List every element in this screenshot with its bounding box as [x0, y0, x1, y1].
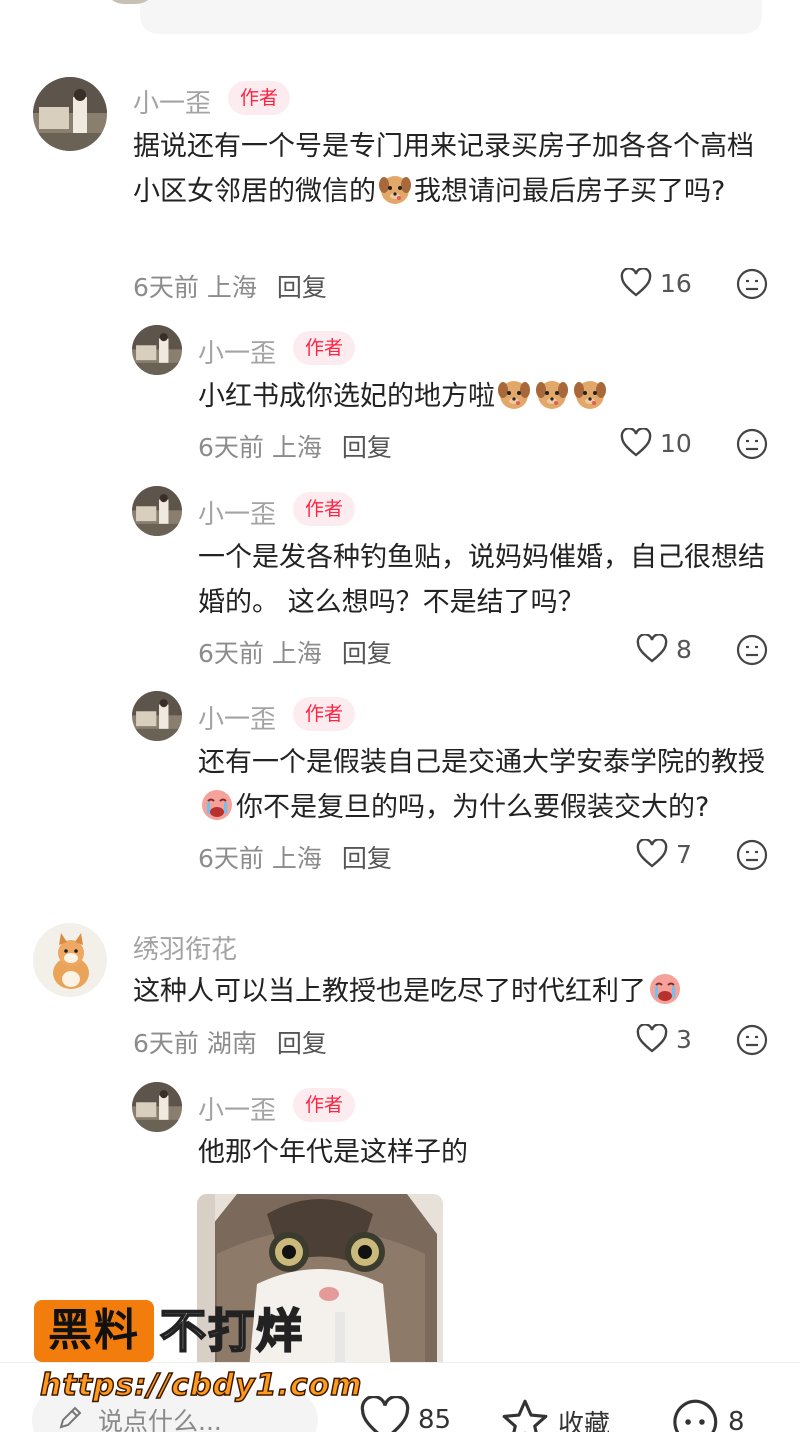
dog-emoji-icon	[534, 376, 570, 412]
author-badge: 作者	[293, 697, 356, 731]
neutral-face-icon	[736, 1024, 768, 1056]
comment-button[interactable]: 8	[668, 1396, 745, 1432]
like-button[interactable]: 3	[636, 1024, 692, 1054]
like-count: 8	[676, 634, 692, 664]
watermark-url: https://cbdy1.com	[39, 1367, 363, 1404]
avatar[interactable]	[132, 1082, 182, 1132]
watermark-text: 不打烊	[159, 1303, 304, 1359]
neutral-face-icon	[736, 268, 768, 300]
dislike-button[interactable]	[736, 634, 768, 666]
crying-face-emoji-icon	[199, 787, 235, 823]
heart-icon	[636, 1024, 676, 1054]
author-badge: 作者	[293, 331, 356, 365]
neutral-face-icon	[736, 428, 768, 460]
comment-text: 还有一个是假装自己是交通大学安泰学院的教授 你不是复旦的吗，为什么要假装交大的?	[198, 747, 765, 823]
avatar[interactable]	[33, 923, 107, 997]
crying-face-emoji-icon	[647, 971, 683, 1007]
author-badge: 作者	[293, 492, 356, 526]
avatar[interactable]	[132, 325, 182, 375]
heart-icon	[620, 268, 660, 298]
comment-text: 他那个年代是这样子的	[198, 1137, 468, 1168]
chat-bubble-icon	[668, 1396, 728, 1432]
author-badge: 作者	[228, 81, 291, 115]
heart-icon	[358, 1396, 418, 1432]
collect-button[interactable]: 收藏	[498, 1396, 610, 1432]
like-button[interactable]: 7	[636, 839, 692, 869]
neutral-face-icon	[736, 839, 768, 871]
comment-meta: 6天前 湖南 回复	[133, 1029, 327, 1058]
comment-meta: 6天前 上海 回复	[198, 639, 392, 668]
avatar[interactable]	[132, 486, 182, 536]
comment-author[interactable]: 小一歪	[198, 699, 276, 736]
heart-icon	[636, 839, 676, 869]
like-count: 16	[660, 268, 692, 298]
dog-emoji-icon	[377, 171, 413, 207]
like-button[interactable]: 16	[620, 268, 692, 298]
avatar[interactable]	[33, 77, 107, 151]
like-post-button[interactable]: 85	[358, 1396, 451, 1432]
comment-meta: 6天前 上海 回复	[198, 433, 392, 462]
like-button[interactable]: 10	[620, 428, 692, 458]
comment-author[interactable]: 小一歪	[198, 333, 276, 370]
comment-count: 8	[728, 1407, 745, 1432]
author-badge: 作者	[293, 1088, 356, 1122]
comment-author[interactable]: 小一歪	[198, 1090, 276, 1127]
comment-text: 据说还有一个号是专门用来记录买房子加各各个高档小区女邻居的微信的 我想请问最后房子…	[133, 131, 754, 207]
dislike-button[interactable]	[736, 839, 768, 871]
neutral-face-icon	[736, 634, 768, 666]
dislike-button[interactable]	[736, 428, 768, 460]
dislike-button[interactable]	[736, 268, 768, 300]
avatar[interactable]	[132, 691, 182, 741]
comment-author[interactable]: 小一歪	[133, 83, 211, 120]
reply-button[interactable]: 回复	[277, 273, 327, 302]
pencil-icon	[56, 1404, 84, 1432]
dog-emoji-icon	[496, 376, 532, 412]
dog-emoji-icon	[572, 376, 608, 412]
collect-label: 收藏	[558, 1409, 611, 1432]
comment-text: 小红书成你选妃的地方啦	[198, 374, 768, 419]
reply-button[interactable]: 回复	[342, 639, 392, 668]
comment-meta: 6天前 上海 回复	[198, 844, 392, 873]
reply-button[interactable]: 回复	[342, 433, 392, 462]
previous-comment-image-fragment	[140, 0, 762, 34]
like-count: 7	[676, 839, 692, 869]
watermark-logo: 黑料	[34, 1300, 154, 1362]
star-icon	[498, 1396, 558, 1432]
heart-icon	[636, 634, 676, 664]
comment-text: 一个是发各种钓鱼贴，说妈妈催婚，自己很想结婚的。 这么想吗？不是结了吗？	[198, 542, 765, 618]
comment-text: 这种人可以当上教授也是吃尽了时代红利了	[133, 969, 773, 1014]
heart-icon	[620, 428, 660, 458]
reply-button[interactable]: 回复	[277, 1029, 327, 1058]
like-button[interactable]: 8	[636, 634, 692, 664]
post-like-count: 85	[418, 1405, 452, 1432]
dislike-button[interactable]	[736, 1024, 768, 1056]
reply-button[interactable]: 回复	[342, 844, 392, 873]
comment-author[interactable]: 绣羽衔花	[133, 929, 237, 966]
like-count: 10	[660, 428, 692, 458]
comment-meta: 6天前 上海 回复	[133, 273, 327, 302]
comment-author[interactable]: 小一歪	[198, 494, 276, 531]
comment-input-placeholder: 说点什么...	[98, 1407, 222, 1432]
like-count: 3	[676, 1024, 692, 1054]
